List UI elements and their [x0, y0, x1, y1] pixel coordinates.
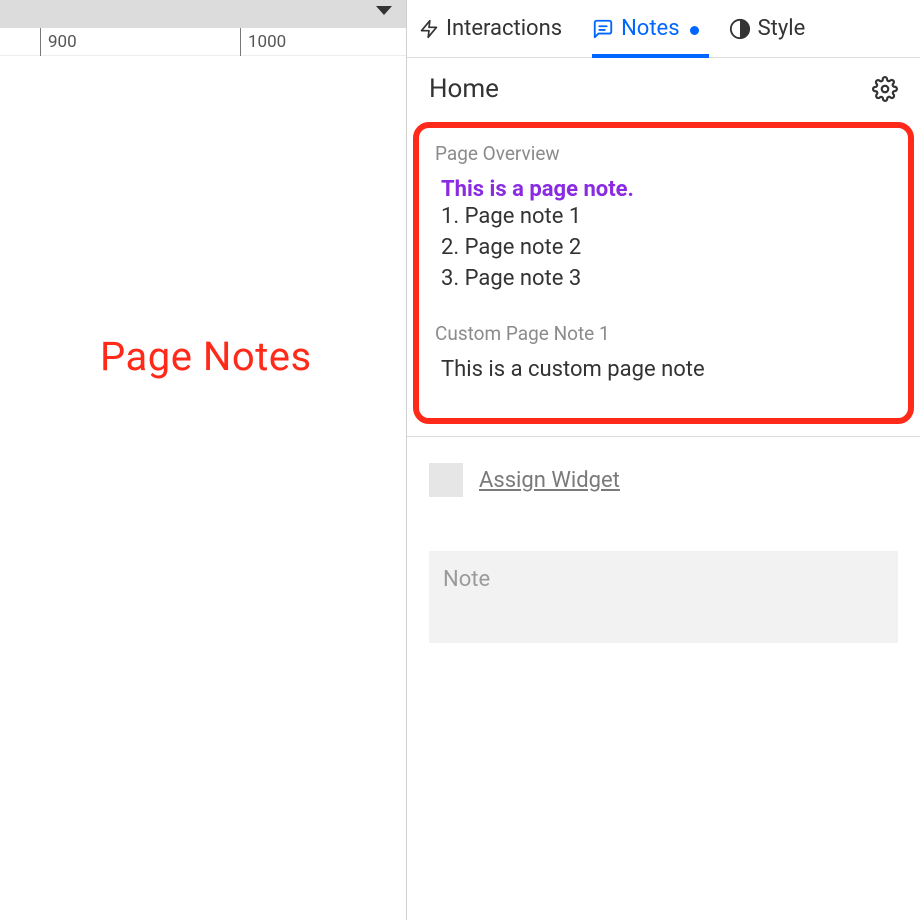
- page-note-highlight[interactable]: This is a page note.: [441, 177, 892, 202]
- page-title: Home: [429, 74, 499, 104]
- assign-widget-row: Assign Widget: [407, 437, 920, 507]
- tab-label: Interactions: [446, 16, 562, 41]
- panel-tabs: Interactions Notes Style: [407, 0, 920, 58]
- ruler-tick-label: 1000: [248, 32, 286, 52]
- canvas-area[interactable]: 900 1000 Page Notes: [0, 0, 406, 920]
- tab-style[interactable]: Style: [729, 0, 806, 57]
- custom-note-body[interactable]: This is a custom page note: [441, 357, 892, 382]
- panel-header: Home: [407, 58, 920, 122]
- canvas-annotation-label: Page Notes: [100, 333, 312, 380]
- style-icon: [729, 18, 751, 40]
- active-indicator-dot-icon: [690, 26, 699, 35]
- tab-interactions[interactable]: Interactions: [419, 0, 562, 57]
- section-label-custom-note: Custom Page Note 1: [435, 322, 892, 345]
- note-input[interactable]: Note: [429, 551, 898, 643]
- tab-notes[interactable]: Notes: [592, 0, 698, 57]
- ruler-tick: [40, 28, 41, 56]
- dropdown-caret-icon[interactable]: [376, 6, 392, 15]
- assign-widget-link[interactable]: Assign Widget: [479, 468, 620, 493]
- ruler: 900 1000: [0, 28, 406, 56]
- settings-button[interactable]: [872, 76, 898, 102]
- ruler-tick-label: 900: [48, 32, 77, 52]
- gear-icon: [872, 76, 898, 102]
- lightning-icon: [419, 17, 439, 41]
- section-label-overview: Page Overview: [435, 142, 892, 165]
- ruler-tick: [240, 28, 241, 56]
- tab-label: Notes: [621, 16, 679, 41]
- page-note-item[interactable]: 2. Page note 2: [441, 233, 892, 264]
- tab-label: Style: [758, 16, 806, 41]
- widget-placeholder-icon: [429, 463, 463, 497]
- inspector-panel: Interactions Notes Style Home: [406, 0, 920, 920]
- page-note-item[interactable]: 1. Page note 1: [441, 202, 892, 233]
- note-icon: [592, 18, 614, 40]
- note-input-placeholder: Note: [443, 567, 490, 592]
- page-notes-section: Page Overview This is a page note. 1. Pa…: [413, 122, 914, 424]
- page-note-item[interactable]: 3. Page note 3: [441, 264, 892, 295]
- canvas-top-bar: [0, 0, 406, 28]
